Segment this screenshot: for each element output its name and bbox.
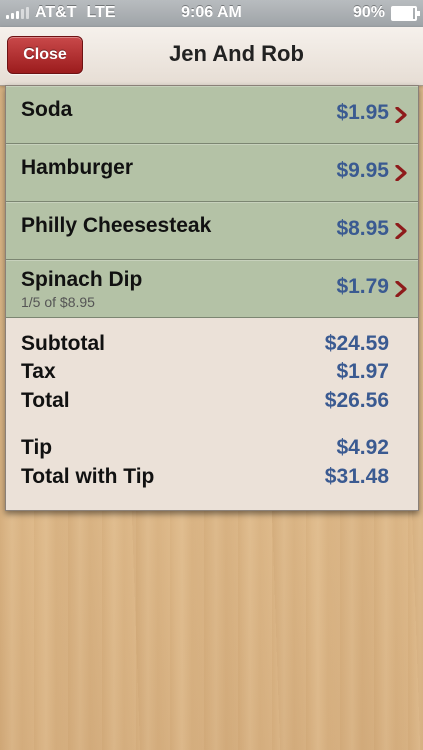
battery-percent: 90% [352, 4, 385, 21]
item-name: Philly Cheesesteak [21, 214, 212, 237]
item-detail: 1/5 of $8.95 [21, 294, 95, 310]
list-item[interactable]: Philly Cheesesteak $8.95 [6, 202, 418, 260]
chevron-right-icon [395, 223, 407, 239]
subtotal-value: $24.59 [324, 332, 389, 355]
chevron-right-icon [395, 107, 407, 123]
list-item[interactable]: Spinach Dip 1/5 of $8.95 $1.79 [6, 260, 418, 318]
item-price: $1.79 [336, 275, 389, 298]
nav-bar: Close Jen And Rob [0, 27, 423, 86]
tip-label: Tip [21, 436, 53, 459]
total-with-tip-value: $31.48 [324, 465, 389, 488]
page-title: Jen And Rob [169, 41, 304, 66]
item-price: $9.95 [336, 159, 389, 182]
chevron-right-icon [395, 165, 407, 181]
item-name: Soda [21, 98, 73, 121]
tax-value: $1.97 [336, 360, 389, 383]
status-right: 90% [352, 4, 420, 22]
total-with-tip-label: Total with Tip [21, 465, 155, 488]
chevron-right-icon [395, 281, 407, 297]
close-button[interactable]: Close [7, 36, 83, 74]
item-name: Spinach Dip [21, 268, 143, 291]
list-item[interactable]: Soda $1.95 [6, 86, 418, 144]
item-price: $8.95 [336, 217, 389, 240]
item-name: Hamburger [21, 156, 134, 179]
total-value: $26.56 [324, 389, 389, 412]
total-label: Total [21, 389, 70, 412]
battery-icon [391, 5, 420, 21]
bill-card: Soda $1.95 Hamburger $9.95 Philly Cheese… [5, 85, 419, 511]
list-item[interactable]: Hamburger $9.95 [6, 144, 418, 202]
tax-label: Tax [21, 360, 56, 383]
item-price: $1.95 [336, 101, 389, 124]
tip-value: $4.92 [336, 436, 389, 459]
subtotal-label: Subtotal [21, 332, 105, 355]
battery-fill [393, 7, 413, 19]
status-bar: AT&T LTE 9:06 AM 90% [0, 0, 423, 27]
